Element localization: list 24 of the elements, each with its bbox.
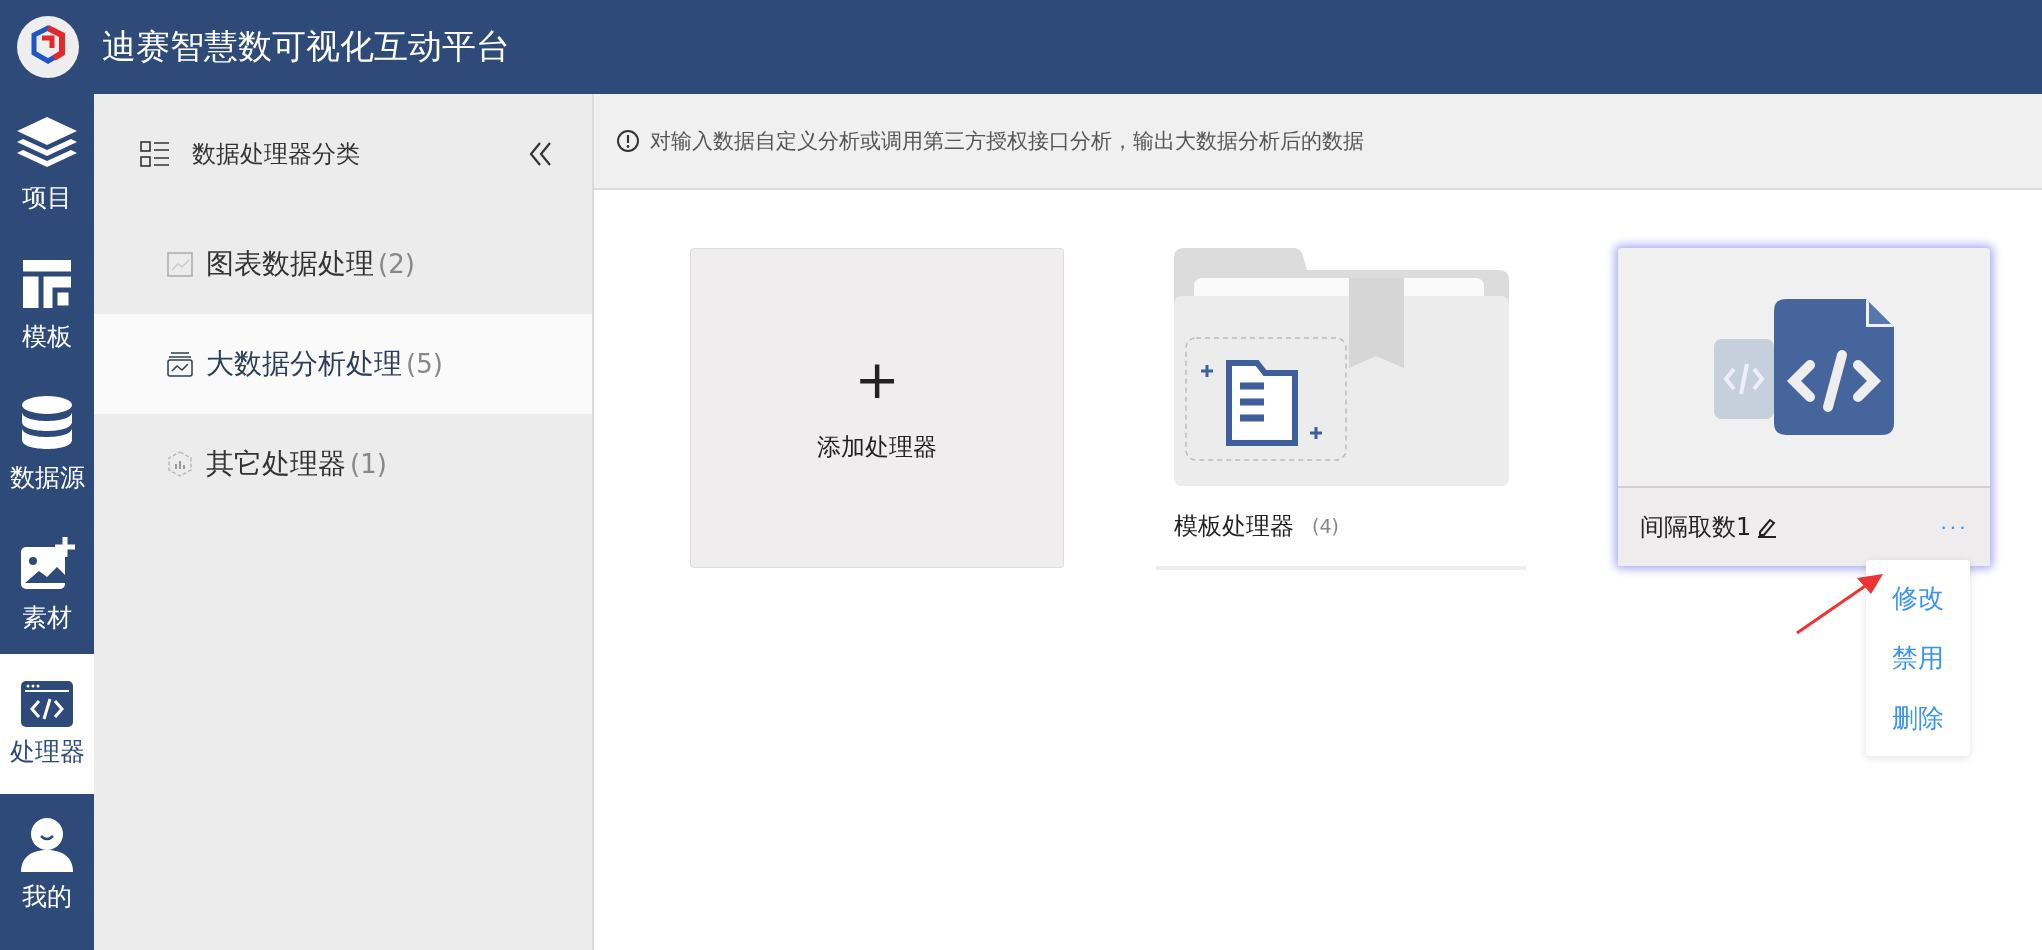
user-icon bbox=[19, 815, 75, 872]
plus-sign: + bbox=[854, 353, 900, 407]
code-window-icon bbox=[21, 680, 73, 727]
folder-label: 模板处理器 bbox=[1174, 511, 1294, 542]
category-item[interactable]: 大数据分析处理(5) bbox=[94, 314, 592, 414]
category-item[interactable]: 图表数据处理(2) bbox=[94, 214, 592, 314]
collapse-icon[interactable] bbox=[528, 141, 552, 167]
notice-text: 对输入数据自定义分析或调用第三方授权接口分析，输出大数据分析后的数据 bbox=[650, 128, 1364, 155]
info-icon bbox=[616, 129, 640, 153]
card-label: 添加处理器 bbox=[817, 432, 937, 463]
list-icon bbox=[140, 140, 170, 168]
app-title: 迪赛智慧数可视化互动平台 bbox=[102, 25, 510, 68]
chart-icon bbox=[166, 250, 194, 278]
processor-card[interactable]: 间隔取数1 ··· bbox=[1618, 248, 1990, 566]
hexagon-chart-icon bbox=[166, 450, 194, 478]
analysis-icon bbox=[166, 350, 194, 378]
code-file-icon bbox=[1714, 299, 1894, 435]
panel-title: 数据处理器分类 bbox=[192, 139, 361, 170]
folder-count: (4) bbox=[1312, 515, 1339, 537]
add-processor-card[interactable]: + 添加处理器 bbox=[690, 248, 1064, 568]
logo-icon bbox=[16, 15, 80, 79]
processor-name: 间隔取数1 bbox=[1640, 512, 1752, 543]
category-item[interactable]: 其它处理器(1) bbox=[94, 414, 592, 514]
nav-item[interactable]: 处理器 bbox=[0, 654, 94, 794]
